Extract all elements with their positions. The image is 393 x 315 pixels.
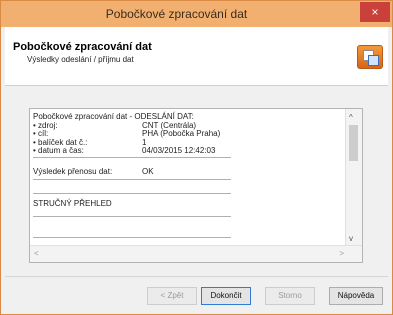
separator (33, 157, 231, 158)
result-value: OK (142, 166, 154, 176)
horizontal-scrollbar[interactable]: < > (30, 245, 362, 262)
wizard-header: Pobočkové zpracování dat Výsledky odeslá… (5, 27, 388, 86)
scroll-up-icon[interactable]: ^ (349, 113, 353, 122)
row-value: PHA (Pobočka Praha) (142, 129, 221, 138)
window-title: Pobočkové zpracování dat (105, 7, 248, 21)
vertical-scrollbar[interactable]: ^ v (345, 109, 362, 247)
wizard-window: Pobočkové zpracování dat × Pobočkové zpr… (0, 0, 393, 315)
data-transfer-icon (357, 45, 383, 69)
header-subtitle: Výsledky odeslání / příjmu dat (27, 55, 134, 64)
close-button[interactable]: × (360, 2, 390, 22)
scroll-thumb[interactable] (349, 125, 358, 161)
separator (33, 179, 231, 180)
help-button[interactable]: Nápověda (329, 287, 383, 305)
row-label: • datum a čas: (33, 146, 84, 155)
summary-heading: STRUČNÝ PŘEHLED (33, 199, 112, 208)
scroll-right-icon[interactable]: > (339, 249, 344, 258)
button-divider (5, 276, 388, 277)
title-bar[interactable]: Pobočkové zpracování dat × (1, 1, 392, 27)
row-value: 04/03/2015 12:42:03 (142, 146, 216, 155)
separator (33, 237, 231, 238)
back-button[interactable]: < Zpět (147, 287, 197, 305)
scroll-down-icon[interactable]: v (349, 234, 353, 243)
header-title: Pobočkové zpracování dat (13, 41, 152, 53)
scroll-left-icon[interactable]: < (34, 249, 39, 258)
cancel-button[interactable]: Storno (265, 287, 315, 305)
document-icon (368, 55, 379, 66)
report-textarea[interactable]: Pobočkové zpracování dat - ODESLÁNÍ DAT:… (29, 108, 363, 263)
finish-button[interactable]: Dokončit (201, 287, 251, 305)
result-label: Výsledek přenosu dat: (33, 166, 113, 176)
separator (33, 216, 231, 217)
separator (33, 193, 231, 194)
